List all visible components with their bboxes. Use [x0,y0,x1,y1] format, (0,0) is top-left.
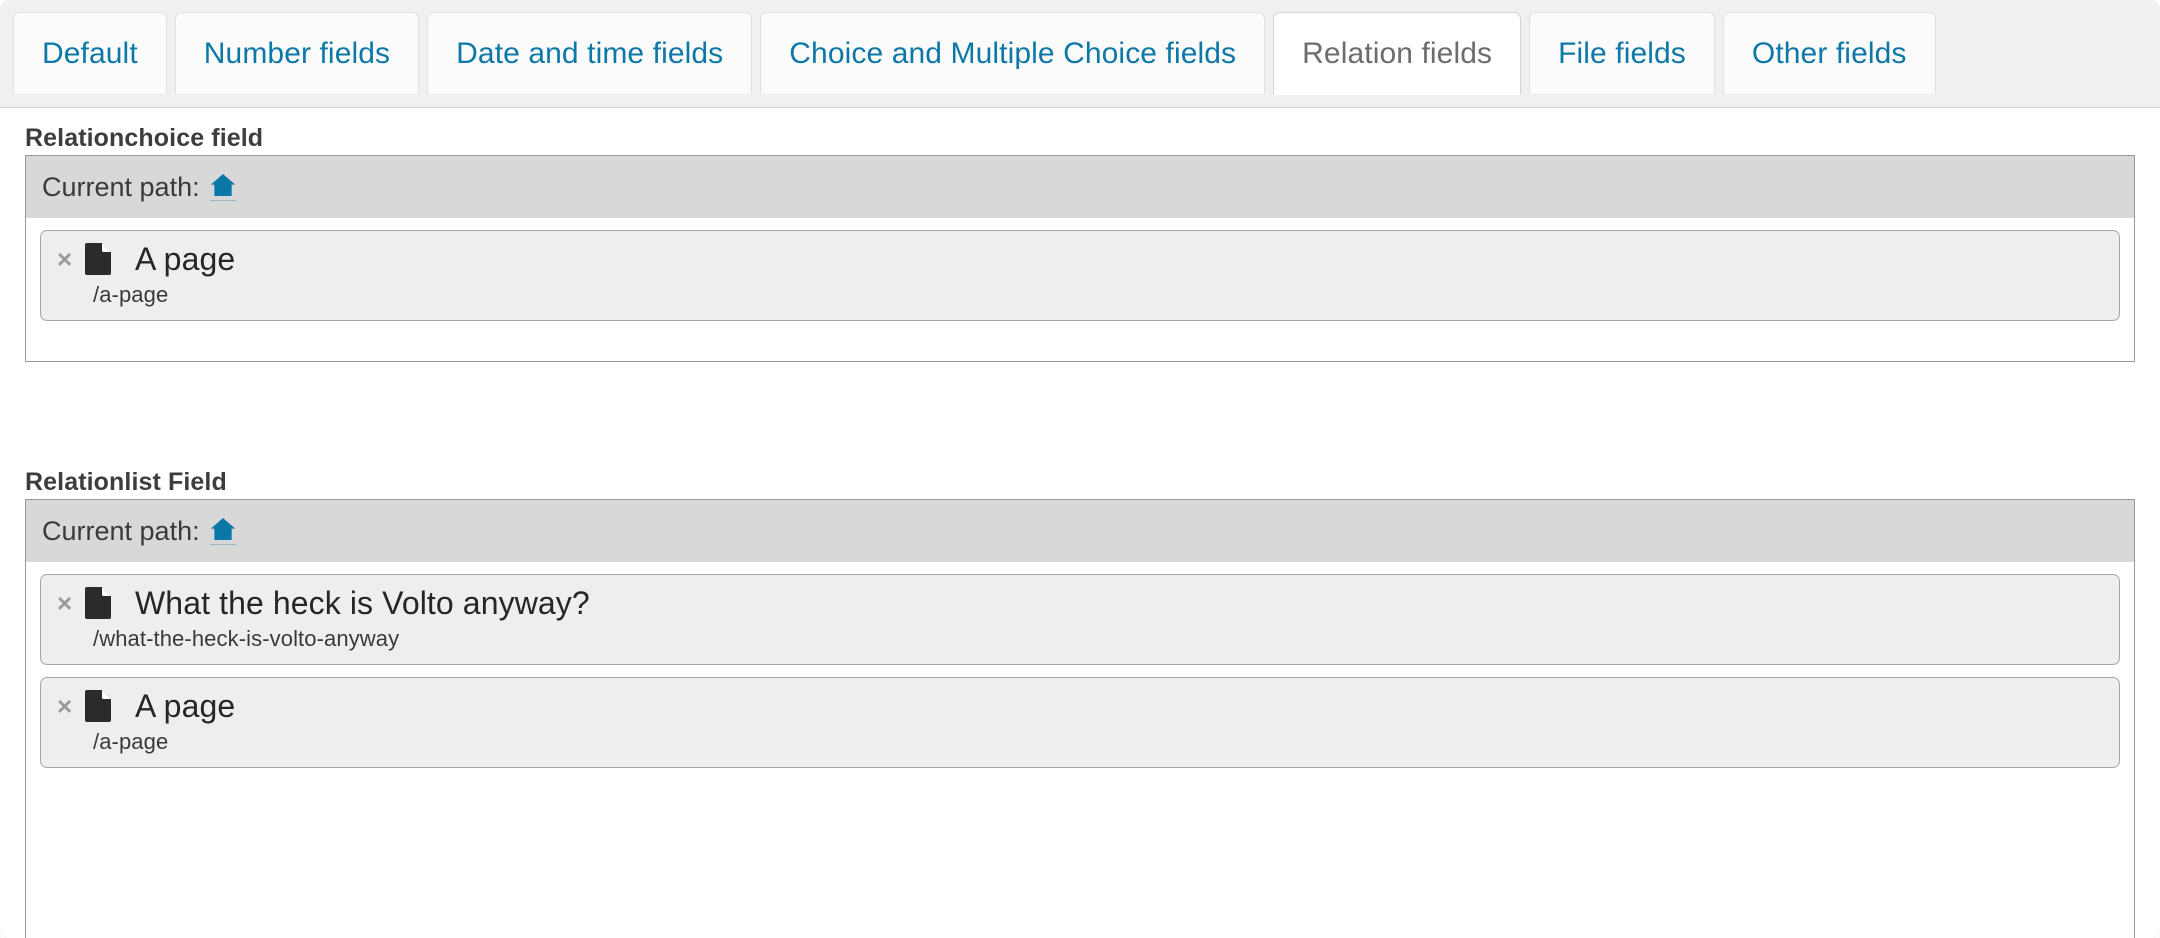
list-item-header: × What the heck is Volto anyway? [57,585,2103,622]
relationchoice-widget: Current path: × A page /a-page [25,155,2135,362]
tab-label: File fields [1558,36,1686,70]
relationchoice-path-bar: Current path: [26,156,2134,218]
remove-item-icon[interactable]: × [57,693,83,719]
relationchoice-selection-list: × A page /a-page [26,218,2134,361]
list-item-path: /a-page [93,281,169,307]
list-item[interactable]: × A page /a-page [40,676,2120,768]
tab-bar: Default Number fields Date and time fiel… [0,0,2160,108]
relationchoice-field-label: Relationchoice field [25,124,264,152]
file-icon [83,242,117,276]
tab-label: Number fields [203,36,391,70]
tab-label: Relation fields [1302,36,1493,70]
list-item[interactable]: × What the heck is Volto anyway? /what-t… [40,574,2120,665]
tab-label: Date and time fields [456,36,724,70]
tab-label: Choice and Multiple Choice fields [789,36,1237,70]
list-item-header: × A page [57,688,2103,725]
page-panel: Default Number fields Date and time fiel… [0,0,2160,938]
list-item-path: /what-the-heck-is-volto-anyway [93,625,400,651]
home-breadcrumb-link[interactable] [209,517,236,545]
file-icon [83,586,117,620]
home-icon [210,517,236,541]
home-breadcrumb-link[interactable] [209,173,236,201]
tab-relation-fields[interactable]: Relation fields [1273,12,1522,95]
relationlist-path-bar: Current path: [26,500,2134,562]
tab-number-fields[interactable]: Number fields [174,12,420,94]
tab-choice-and-multiple-choice-fields[interactable]: Choice and Multiple Choice fields [760,12,1266,94]
current-path-label: Current path: [42,515,200,546]
list-item[interactable]: × A page /a-page [40,230,2120,321]
tab-label: Default [42,36,138,70]
list-item-title: What the heck is Volto anyway? [135,585,590,621]
relationlist-selection-list: × What the heck is Volto anyway? /what-t… [26,562,2134,938]
tab-other-fields[interactable]: Other fields [1722,12,1936,94]
list-item-title: A page [135,241,236,277]
remove-item-icon[interactable]: × [57,590,83,616]
relationlist-field-label: Relationlist Field [25,468,227,496]
file-icon [83,689,117,723]
list-item-path: /a-page [93,728,169,754]
tab-date-and-time-fields[interactable]: Date and time fields [427,12,753,94]
list-item-header: × A page [57,241,2103,278]
remove-item-icon[interactable]: × [57,246,83,272]
home-icon [210,173,236,197]
tab-default[interactable]: Default [13,12,167,94]
tab-file-fields[interactable]: File fields [1529,12,1715,94]
relationlist-widget: Current path: × What the heck is Volto a… [25,499,2135,938]
tab-label: Other fields [1751,36,1907,70]
current-path-label: Current path: [42,171,200,202]
list-item-title: A page [135,687,236,724]
